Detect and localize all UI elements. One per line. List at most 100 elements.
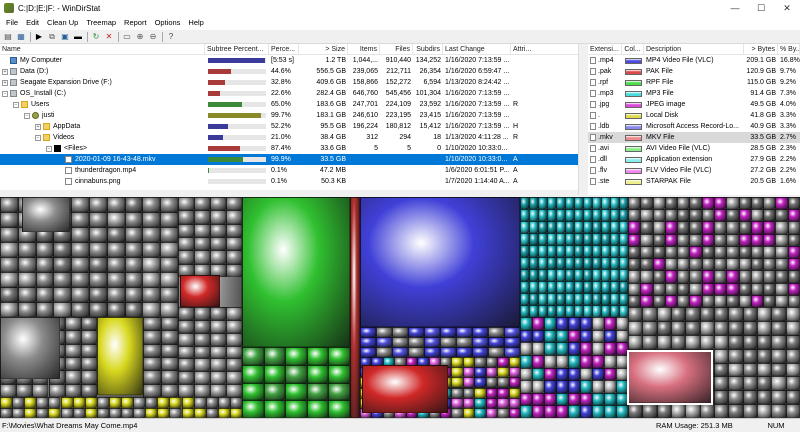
treemap-file-cell[interactable] [210, 319, 226, 333]
treemap-file-cell[interactable] [508, 407, 520, 418]
treemap-file-cell[interactable] [72, 407, 85, 418]
treemap-file-cell[interactable] [485, 377, 498, 388]
menu-options[interactable]: Options [151, 16, 185, 30]
treemap-file-cell[interactable] [392, 347, 408, 357]
treemap-file-cell[interactable] [640, 197, 653, 210]
treemap-file-cell[interactable] [565, 209, 574, 221]
treemap-file-cell[interactable] [520, 329, 532, 343]
treemap-file-cell[interactable] [565, 293, 574, 305]
treemap-file-cell[interactable] [699, 307, 714, 321]
treemap-file-cell[interactable] [143, 343, 161, 357]
treemap-file-cell[interactable] [544, 380, 556, 393]
treemap-file-cell[interactable] [763, 245, 776, 259]
treemap-file-cell[interactable] [108, 397, 121, 408]
treemap-file-cell[interactable] [583, 269, 592, 281]
treemap-file-cell[interactable] [35, 302, 54, 317]
treemap-file-cell[interactable] [142, 212, 161, 227]
treemap-file-cell[interactable] [619, 305, 628, 317]
treemap-file-cell[interactable] [17, 272, 36, 287]
treemap-file-cell[interactable] [160, 287, 178, 302]
treemap-file-cell[interactable] [178, 358, 194, 372]
treemap-file-cell[interactable] [628, 334, 643, 349]
treemap-file-cell[interactable] [306, 364, 329, 383]
treemap-file-cell[interactable] [714, 307, 729, 321]
treemap-file-cell[interactable] [48, 407, 61, 418]
treemap-file-cell[interactable] [408, 327, 424, 337]
treemap-file-cell[interactable] [664, 258, 678, 271]
treemap-file-cell[interactable] [360, 327, 376, 337]
treemap-file-cell[interactable] [106, 272, 125, 287]
treemap-file-cell[interactable] [728, 320, 743, 335]
treemap-file-cell[interactable] [642, 307, 657, 321]
treemap-file-cell[interactable] [677, 294, 690, 307]
treemap-file-cell[interactable] [520, 317, 532, 330]
treemap-file-cell[interactable] [508, 357, 520, 368]
treemap-file-cell[interactable] [714, 390, 729, 405]
tree-row[interactable]: 2020-01-09 16-43-48.mkv 99.9% 33.5 GB 1/10/… [0, 154, 584, 165]
treemap-file-cell[interactable] [194, 210, 210, 224]
column-items[interactable]: Items [348, 44, 380, 54]
treemap-file-cell[interactable] [142, 197, 161, 212]
tree-row[interactable]: + AppData 52.2% 95.5 GB 196,224 180,812 15,412… [0, 121, 584, 132]
treemap-file-cell[interactable] [226, 319, 242, 333]
treemap-file-cell[interactable] [714, 320, 729, 335]
treemap-file-cell[interactable] [628, 209, 641, 222]
treemap-file-cell[interactable] [610, 257, 619, 269]
treemap-file-cell[interactable] [728, 390, 743, 405]
treemap-file-cell[interactable] [568, 392, 580, 406]
treemap-file-cell[interactable] [574, 209, 583, 221]
treemap-file-cell[interactable] [652, 294, 665, 307]
treemap-file-cell[interactable] [205, 397, 218, 408]
treemap-file-cell[interactable] [556, 257, 565, 269]
new-folder-icon[interactable]: ▭ [121, 31, 133, 42]
treemap-file-cell[interactable] [714, 348, 729, 363]
treemap-file-cell[interactable] [701, 258, 714, 271]
treemap-file-cell[interactable] [143, 357, 161, 371]
treemap-file-cell[interactable] [64, 317, 81, 331]
treemap-file-cell[interactable] [210, 371, 226, 385]
treemap-file-cell[interactable] [226, 332, 242, 346]
treemap-file-cell[interactable] [547, 221, 556, 233]
treemap-file-cell[interactable] [574, 257, 583, 269]
treemap-file-cell[interactable] [392, 337, 408, 347]
extension-row[interactable]: .dll Application extension 27.9 GB 2.2% [588, 154, 800, 165]
treemap-file-cell[interactable] [529, 269, 538, 281]
treemap-file-cell[interactable] [285, 364, 307, 383]
treemap-file-cell[interactable] [556, 281, 565, 293]
treemap-file-cell[interactable] [504, 337, 520, 347]
treemap-file-cell[interactable] [160, 317, 178, 331]
treemap-file-cell[interactable] [619, 221, 628, 233]
treemap-file-cell[interactable] [285, 400, 307, 418]
treemap-file-cell[interactable] [689, 270, 702, 283]
treemap-file-cell[interactable] [360, 347, 376, 357]
treemap-file-cell[interactable] [328, 400, 350, 418]
treemap-file-cell[interactable] [424, 337, 440, 347]
treemap-file-cell[interactable] [538, 221, 547, 233]
treemap-file-cell[interactable] [642, 404, 657, 418]
treemap-file-cell[interactable] [178, 319, 194, 333]
treemap-file-cell[interactable] [592, 293, 601, 305]
treemap-file-cell[interactable] [472, 347, 488, 357]
treemap-file-cell[interactable] [12, 407, 25, 418]
treemap-file-cell[interactable] [580, 392, 592, 406]
treemap-file-cell[interactable] [785, 348, 800, 363]
zoom-out-icon[interactable]: ⊖ [147, 31, 159, 42]
treemap-file-cell[interactable] [328, 382, 350, 401]
treemap-file-cell[interactable] [592, 342, 604, 355]
treemap-file-cell[interactable] [80, 343, 97, 357]
treemap-file-cell[interactable] [677, 209, 690, 222]
treemap-file-cell[interactable] [160, 197, 178, 212]
treemap-file-cell[interactable] [664, 294, 678, 307]
treemap-file-cell[interactable] [532, 392, 544, 406]
treemap-file-cell[interactable] [556, 305, 565, 317]
column-percent-bytes[interactable]: % By... [778, 44, 800, 54]
treemap-file-cell[interactable] [610, 293, 619, 305]
treemap-file-cell[interactable] [124, 302, 143, 317]
treemap-file-cell[interactable] [306, 400, 329, 418]
treemap-file-cell[interactable] [671, 334, 686, 349]
treemap-file-cell[interactable] [547, 257, 556, 269]
treemap-file-cell[interactable] [775, 245, 788, 259]
treemap-file-cell[interactable] [592, 197, 601, 209]
delete-icon[interactable]: ✕ [103, 31, 115, 42]
tree-horizontal-scrollbar[interactable] [0, 190, 578, 195]
